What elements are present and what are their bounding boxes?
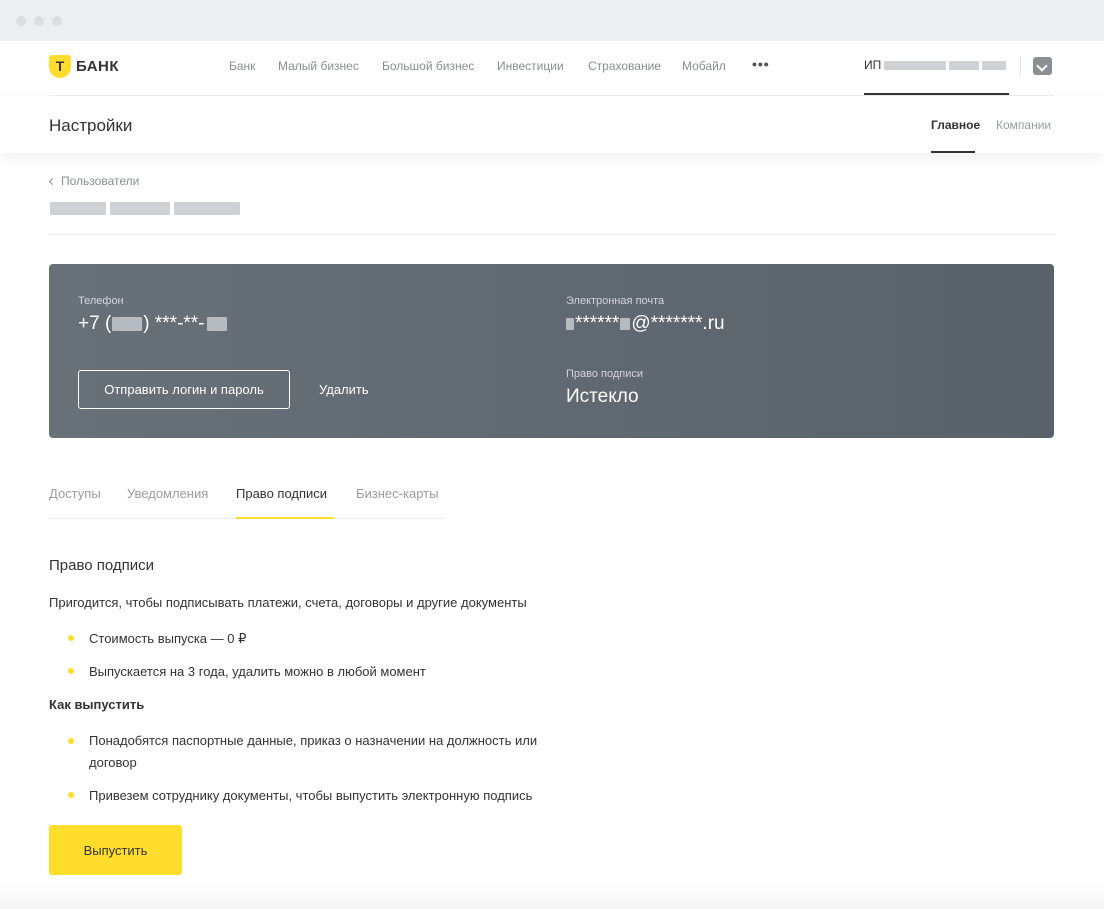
signature-status: Истекло (566, 386, 639, 407)
send-login-password-button[interactable]: Отправить логин и пароль (78, 370, 290, 409)
tab-companies[interactable]: Компании (996, 118, 1051, 132)
list-item: Стоимость выпуска — 0 ₽ (89, 631, 247, 646)
browser-chrome (0, 0, 1104, 41)
account-selector[interactable]: ИП (864, 58, 1007, 72)
user-tabs: Доступы Уведомления Право подписи Бизнес… (49, 486, 446, 519)
how-to-issue-title: Как выпустить (49, 697, 145, 712)
nav-item-investments[interactable]: Инвестиции (497, 59, 564, 73)
chevron-down-icon[interactable] (1033, 57, 1052, 75)
email-domain: @*******.ru (631, 313, 725, 334)
bullet-icon (68, 738, 74, 744)
phone-prefix: +7 ( (78, 313, 112, 334)
tab-business-cards[interactable]: Бизнес-карты (356, 486, 438, 501)
settings-header: Настройки Главное Компании (0, 96, 1104, 153)
delete-user-button[interactable]: Удалить (319, 382, 369, 397)
more-icon[interactable]: ••• (752, 56, 770, 72)
redacted-text (620, 318, 631, 330)
nav-item-large-business[interactable]: Большой бизнес (382, 59, 474, 73)
signature-label: Право подписи (566, 368, 644, 380)
tab-notifications[interactable]: Уведомления (127, 486, 208, 501)
top-navigation: Т БАНК Банк Малый бизнес Большой бизнес … (0, 41, 1104, 95)
chevron-left-icon (48, 177, 57, 185)
list-item: Понадобятся паспортные данные, приказ о … (89, 733, 538, 748)
section-description: Пригодится, чтобы подписывать платежи, с… (49, 595, 527, 610)
window-dot-icon (34, 16, 44, 26)
nav-item-bank[interactable]: Банк (229, 59, 255, 73)
window-dot-icon (16, 16, 26, 26)
account-prefix: ИП (864, 58, 882, 72)
redacted-text (206, 317, 227, 331)
active-tab-indicator (236, 517, 334, 519)
email-value: ****** @*******.ru (566, 313, 725, 335)
breadcrumb-label: Пользователи (61, 174, 140, 188)
bank-logo[interactable]: Т БАНК (49, 55, 119, 78)
bottom-fade (0, 880, 1104, 909)
list-item: Выпускается на 3 года, удалить можно в л… (89, 664, 426, 679)
divider (1020, 56, 1021, 76)
section-title: Право подписи (49, 557, 155, 574)
shield-logo-icon: Т (49, 55, 71, 78)
window-dot-icon (52, 16, 62, 26)
redacted-text (949, 60, 980, 70)
phone-value: +7 ( ) ***-**- (78, 313, 227, 335)
list-item-continuation: договор (89, 755, 137, 770)
email-label: Электронная почта (566, 295, 665, 307)
user-card: Телефон +7 ( ) ***-**- Электронная почта… (49, 264, 1054, 438)
divider (49, 234, 1054, 235)
brand-name: БАНК (76, 58, 120, 75)
email-masked: ****** (575, 313, 620, 334)
redacted-text (884, 60, 947, 70)
phone-label: Телефон (78, 295, 124, 307)
tab-signature-right[interactable]: Право подписи (236, 486, 327, 501)
nav-item-insurance[interactable]: Страхование (588, 59, 661, 73)
bullet-icon (68, 668, 74, 674)
phone-mid: ) ***-**- (143, 313, 205, 334)
tab-main[interactable]: Главное (931, 118, 980, 132)
page-title: Настройки (49, 116, 133, 135)
nav-item-mobile[interactable]: Мобайл (682, 59, 726, 73)
tab-access[interactable]: Доступы (49, 486, 101, 501)
redacted-text (566, 318, 574, 330)
redacted-text (50, 202, 106, 215)
active-tab-indicator (931, 151, 975, 153)
issue-signature-button[interactable]: Выпустить (49, 825, 182, 875)
nav-item-small-business[interactable]: Малый бизнес (278, 59, 359, 73)
redacted-text (112, 317, 143, 331)
bullet-icon (68, 635, 74, 641)
breadcrumb-back-link[interactable]: Пользователи (48, 174, 140, 188)
redacted-text (110, 202, 170, 215)
redacted-text (174, 202, 240, 215)
list-item: Привезем сотруднику документы, чтобы вып… (89, 788, 533, 803)
bullet-icon (68, 792, 74, 798)
redacted-text (982, 60, 1007, 70)
